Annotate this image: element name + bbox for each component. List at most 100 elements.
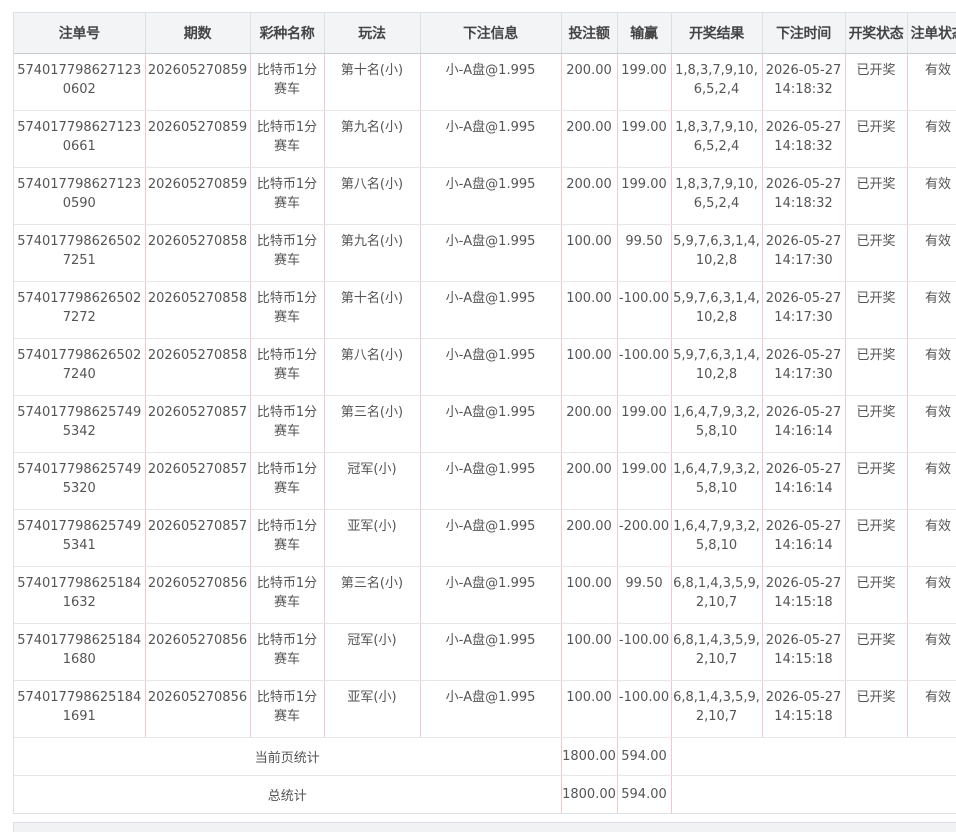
amount-cell: 200.00 <box>561 453 617 510</box>
draw-status-cell-text: 已开奖 <box>846 624 907 650</box>
bet-info-cell: 小-A盘@1.995 <box>420 54 561 111</box>
play-cell-text: 第九名(小) <box>325 111 420 137</box>
win-loss-cell: -200.00 <box>617 510 671 567</box>
amount-cell: 100.00 <box>561 282 617 339</box>
bet-info-cell-text: 小-A盘@1.995 <box>421 681 561 707</box>
table-row: 5740177986257495342202605270857比特币1分赛车第三… <box>14 396 956 453</box>
order-id-cell-text: 5740177986271230661 <box>14 111 145 156</box>
draw-status-cell-text: 已开奖 <box>846 111 907 137</box>
order-id-cell: 5740177986271230661 <box>14 111 145 168</box>
time-cell-text: 2026-05-27 14:18:32 <box>763 168 845 213</box>
issue-cell-text: 202605270857 <box>146 510 250 536</box>
table-row: 5740177986271230602202605270859比特币1分赛车第十… <box>14 54 956 111</box>
order-status-cell: 有效 <box>907 168 956 225</box>
time-cell-text: 2026-05-27 14:16:14 <box>763 396 845 441</box>
result-cell: 5,9,7,6,3,1,4,10,2,8 <box>671 225 762 282</box>
win-loss-cell: 99.50 <box>617 567 671 624</box>
win-loss-cell: 99.50 <box>617 225 671 282</box>
win-loss-cell-text: 199.00 <box>618 111 671 137</box>
result-cell: 6,8,1,4,3,5,9,2,10,7 <box>671 567 762 624</box>
play-cell: 第十名(小) <box>324 282 420 339</box>
play-cell: 冠军(小) <box>324 453 420 510</box>
issue-cell: 202605270859 <box>145 168 250 225</box>
lottery-cell-text: 比特币1分赛车 <box>251 567 324 612</box>
order-id-cell: 5740177986265027240 <box>14 339 145 396</box>
draw-status-cell: 已开奖 <box>845 168 907 225</box>
win-loss-cell: 199.00 <box>617 54 671 111</box>
draw-status-cell-text: 已开奖 <box>846 282 907 308</box>
total-summary-row: 总统计 1800.00 594.00 <box>14 776 956 814</box>
lottery-cell: 比特币1分赛车 <box>250 453 324 510</box>
play-cell-text: 第三名(小) <box>325 396 420 422</box>
issue-cell-text: 202605270859 <box>146 111 250 137</box>
time-cell: 2026-05-27 14:16:14 <box>762 510 845 567</box>
lottery-cell: 比特币1分赛车 <box>250 396 324 453</box>
table-header-row: 注单号 期数 彩种名称 玩法 下注信息 投注额 输赢 开奖结果 下注时间 开奖状… <box>14 13 956 54</box>
page-summary-win-loss: 594.00 <box>617 738 671 776</box>
win-loss-cell: -100.00 <box>617 339 671 396</box>
issue-cell-text: 202605270856 <box>146 567 250 593</box>
order-status-cell-text: 有效 <box>908 282 956 308</box>
order-status-cell: 有效 <box>907 567 956 624</box>
draw-status-cell-text: 已开奖 <box>846 510 907 536</box>
win-loss-cell-text: 99.50 <box>618 225 671 251</box>
time-cell: 2026-05-27 14:16:14 <box>762 453 845 510</box>
draw-status-cell: 已开奖 <box>845 567 907 624</box>
bet-info-cell-text: 小-A盘@1.995 <box>421 510 561 536</box>
draw-status-cell: 已开奖 <box>845 681 907 738</box>
order-status-cell: 有效 <box>907 510 956 567</box>
lottery-cell-text: 比特币1分赛车 <box>251 339 324 384</box>
header-lottery: 彩种名称 <box>250 13 324 54</box>
order-status-cell-text: 有效 <box>908 681 956 707</box>
page-summary-amount: 1800.00 <box>561 738 617 776</box>
order-id-cell: 5740177986251841691 <box>14 681 145 738</box>
lottery-cell: 比特币1分赛车 <box>250 168 324 225</box>
time-cell-text: 2026-05-27 14:16:14 <box>763 453 845 498</box>
time-cell-text: 2026-05-27 14:17:30 <box>763 282 845 327</box>
bet-records-table-container: 注单号 期数 彩种名称 玩法 下注信息 投注额 输赢 开奖结果 下注时间 开奖状… <box>13 12 956 814</box>
order-status-cell-text: 有效 <box>908 453 956 479</box>
bet-info-cell-text: 小-A盘@1.995 <box>421 54 561 80</box>
header-time: 下注时间 <box>762 13 845 54</box>
lottery-cell-text: 比特币1分赛车 <box>251 111 324 156</box>
time-cell: 2026-05-27 14:18:32 <box>762 168 845 225</box>
order-status-cell: 有效 <box>907 111 956 168</box>
draw-status-cell-text: 已开奖 <box>846 168 907 194</box>
win-loss-cell-text: -100.00 <box>618 624 671 650</box>
play-cell: 亚军(小) <box>324 510 420 567</box>
time-cell: 2026-05-27 14:18:32 <box>762 111 845 168</box>
order-id-cell: 5740177986257495320 <box>14 453 145 510</box>
lottery-cell: 比特币1分赛车 <box>250 54 324 111</box>
total-summary-label: 总统计 <box>14 776 561 814</box>
lottery-cell-text: 比特币1分赛车 <box>251 624 324 669</box>
header-win-loss: 输赢 <box>617 13 671 54</box>
draw-status-cell: 已开奖 <box>845 225 907 282</box>
win-loss-cell-text: -200.00 <box>618 510 671 536</box>
lottery-cell-text: 比特币1分赛车 <box>251 681 324 726</box>
order-status-cell: 有效 <box>907 225 956 282</box>
order-id-cell-text: 5740177986265027272 <box>14 282 145 327</box>
table-row: 5740177986257495341202605270857比特币1分赛车亚军… <box>14 510 956 567</box>
result-cell-text: 6,8,1,4,3,5,9,2,10,7 <box>672 567 762 612</box>
lottery-cell-text: 比特币1分赛车 <box>251 282 324 327</box>
play-cell-text: 第十名(小) <box>325 282 420 308</box>
play-cell: 亚军(小) <box>324 681 420 738</box>
win-loss-cell-text: 99.50 <box>618 567 671 593</box>
amount-cell: 200.00 <box>561 111 617 168</box>
win-loss-cell-text: 199.00 <box>618 54 671 80</box>
win-loss-cell-text: -100.00 <box>618 339 671 365</box>
order-id-cell-text: 5740177986257495320 <box>14 453 145 498</box>
win-loss-cell: -100.00 <box>617 681 671 738</box>
table-row: 5740177986251841680202605270856比特币1分赛车冠军… <box>14 624 956 681</box>
order-status-cell: 有效 <box>907 681 956 738</box>
bet-info-cell-text: 小-A盘@1.995 <box>421 567 561 593</box>
amount-cell-text: 100.00 <box>562 339 617 365</box>
time-cell: 2026-05-27 14:15:18 <box>762 624 845 681</box>
bet-info-cell: 小-A盘@1.995 <box>420 681 561 738</box>
time-cell: 2026-05-27 14:16:14 <box>762 396 845 453</box>
bet-info-cell: 小-A盘@1.995 <box>420 339 561 396</box>
issue-cell: 202605270856 <box>145 624 250 681</box>
draw-status-cell: 已开奖 <box>845 624 907 681</box>
amount-cell-text: 200.00 <box>562 54 617 80</box>
issue-cell-text: 202605270859 <box>146 54 250 80</box>
